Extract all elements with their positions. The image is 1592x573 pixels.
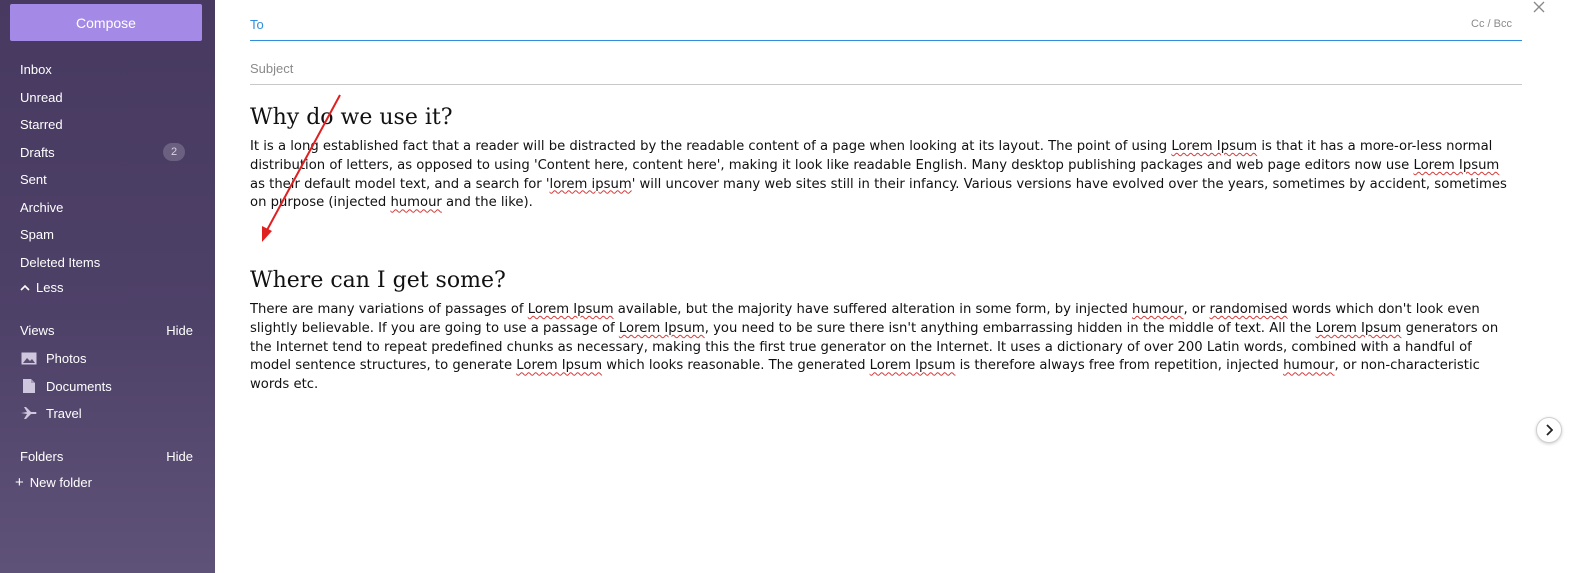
sidebar-item-starred[interactable]: Starred [0, 111, 215, 137]
sidebar-item-travel[interactable]: Travel [0, 400, 215, 426]
sidebar-item-sent[interactable]: Sent [0, 166, 215, 192]
sidebar-item-label: Drafts [20, 144, 55, 160]
views-hide-link[interactable]: Hide [166, 323, 193, 338]
sidebar-item-spam[interactable]: Spam [0, 221, 215, 247]
sidebar-item-label: Starred [20, 116, 63, 132]
folders-section-header: Folders Hide [0, 444, 215, 468]
misspelled-word: Lorem Ipsum [516, 358, 603, 374]
misspelled-word: humour [1283, 358, 1335, 374]
sidebar-item-label: Archive [20, 199, 64, 215]
body-paragraph-2: There are many variations of passages of… [250, 301, 1510, 395]
sidebar-item-label: Sent [20, 171, 47, 187]
body-text-run: , you need to be sure there isn't anythi… [704, 320, 1316, 336]
body-text-run: , or [1183, 302, 1210, 317]
sidebar-item-archive[interactable]: Archive [0, 194, 215, 220]
to-field-row: To Cc / Bcc [250, 8, 1522, 41]
sidebar-item-label: Spam [20, 226, 54, 242]
body-text-run: It is a long established fact that a rea… [250, 139, 1172, 154]
plus-icon: + [15, 474, 24, 491]
less-label: Less [36, 280, 64, 295]
sidebar-item-unread[interactable]: Unread [0, 84, 215, 110]
compose-button[interactable]: Compose [10, 4, 202, 41]
sidebar: Compose Inbox Unread Starred Drafts 2 Se… [0, 0, 215, 573]
to-input[interactable] [271, 12, 1472, 36]
drafts-count-badge: 2 [163, 143, 185, 161]
body-heading-2: Where can I get some? [250, 268, 506, 293]
sidebar-item-label: Photos [46, 350, 87, 366]
misspelled-word: Lorem Ipsum [1171, 139, 1258, 154]
misspelled-word: Lorem Ipsum [527, 302, 614, 317]
cc-bcc-toggle[interactable]: Cc / Bcc [1471, 18, 1512, 30]
body-text-run: and the like). [441, 195, 533, 211]
sidebar-item-label: Inbox [20, 61, 52, 77]
misspelled-word: humour [390, 195, 442, 211]
chevron-up-icon [20, 282, 30, 294]
sidebar-item-drafts[interactable]: Drafts 2 [0, 139, 215, 165]
body-heading-1: Why do we use it? [250, 105, 453, 130]
views-title: Views [20, 322, 55, 338]
misspelled-word: Lorem Ipsum [1413, 157, 1500, 173]
misspelled-word: lorem ipsum [549, 176, 632, 192]
close-icon[interactable] [1530, 0, 1548, 16]
misspelled-word: humour [1132, 302, 1184, 317]
airplane-icon [20, 406, 38, 420]
body-text-run: is therefore always free from repetition… [955, 358, 1284, 374]
sidebar-item-label: Deleted Items [20, 254, 101, 270]
photo-icon [20, 351, 38, 365]
sidebar-item-documents[interactable]: Documents [0, 373, 215, 399]
subject-field-row [250, 52, 1522, 85]
body-text-run: There are many variations of passages of [250, 302, 528, 317]
views-section-header: Views Hide [0, 318, 215, 342]
misspelled-word: randomised [1209, 302, 1288, 317]
sidebar-item-label: Unread [20, 89, 63, 105]
body-text-run: available, but the majority have suffere… [613, 302, 1133, 317]
to-label: To [250, 16, 264, 32]
body-text-run: as their default model text, and a searc… [250, 176, 550, 192]
body-paragraph-1: It is a long established fact that a rea… [250, 138, 1510, 213]
message-body-section-2[interactable]: Where can I get some? There are many var… [250, 268, 1510, 395]
less-toggle[interactable]: Less [20, 280, 63, 295]
new-folder-button[interactable]: + New folder [15, 475, 92, 490]
folders-title: Folders [20, 448, 64, 464]
body-text-run: which looks reasonable. The generated [602, 358, 870, 374]
folders-hide-link[interactable]: Hide [166, 449, 193, 464]
sidebar-item-label: Documents [46, 378, 112, 394]
new-folder-label: New folder [29, 475, 92, 490]
message-body-section-1[interactable]: Why do we use it? It is a long establish… [250, 105, 1510, 213]
subject-input[interactable] [250, 60, 1522, 76]
misspelled-word: Lorem Ipsum [869, 358, 956, 374]
misspelled-word: Lorem Ipsum [1315, 320, 1402, 336]
misspelled-word: Lorem Ipsum [618, 320, 705, 336]
sidebar-item-deleted-items[interactable]: Deleted Items [0, 249, 215, 275]
sidebar-item-label: Travel [46, 405, 82, 421]
document-icon [20, 379, 38, 393]
sidebar-item-inbox[interactable]: Inbox [0, 56, 215, 82]
chevron-right-icon[interactable] [1536, 417, 1562, 443]
sidebar-item-photos[interactable]: Photos [0, 345, 215, 371]
